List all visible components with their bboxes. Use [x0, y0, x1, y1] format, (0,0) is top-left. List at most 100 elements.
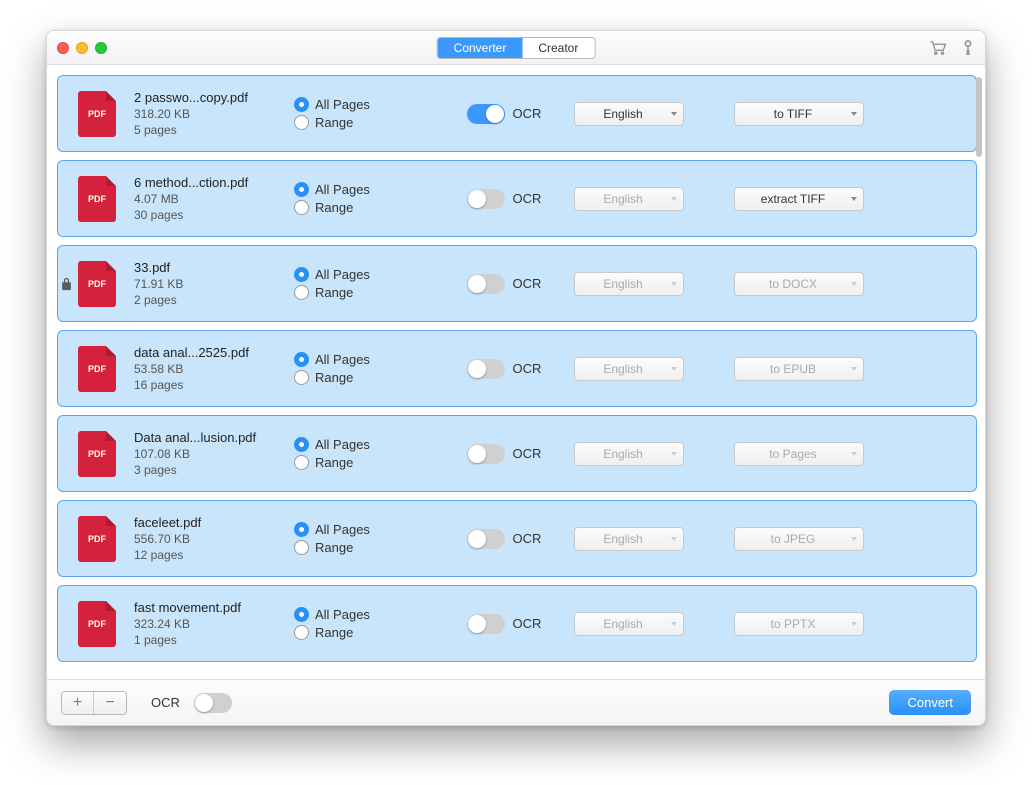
titlebar: Converter Creator [47, 31, 985, 65]
all-pages-radio[interactable]: All Pages [294, 182, 424, 197]
tab-converter[interactable]: Converter [438, 38, 523, 58]
cart-icon[interactable] [929, 40, 947, 56]
pdf-icon: PDF [78, 91, 116, 137]
convert-button[interactable]: Convert [889, 690, 971, 715]
file-name: fast movement.pdf [134, 600, 284, 615]
chevron-down-icon [851, 537, 857, 541]
file-row[interactable]: PDF33.pdf71.91 KB2 pagesAll PagesRangeOC… [57, 245, 977, 322]
file-size: 4.07 MB [134, 192, 284, 206]
file-row[interactable]: PDFData anal...lusion.pdf107.08 KB3 page… [57, 415, 977, 492]
pdf-icon: PDF [78, 346, 116, 392]
file-info: 2 passwo...copy.pdf318.20 KB5 pages [134, 90, 284, 137]
chevron-down-icon [671, 112, 677, 116]
format-select[interactable]: to TIFF [734, 102, 864, 126]
range-radio[interactable]: Range [294, 625, 424, 640]
ocr-group: OCR [454, 274, 554, 294]
file-pages: 12 pages [134, 548, 284, 562]
language-select: English [574, 527, 684, 551]
format-select[interactable]: to EPUB [734, 357, 864, 381]
range-radio[interactable]: Range [294, 285, 424, 300]
ocr-label: OCR [513, 191, 542, 206]
file-pages: 2 pages [134, 293, 284, 307]
page-range-group: All Pages Range [294, 604, 424, 643]
scrollbar[interactable] [976, 77, 982, 157]
all-pages-radio[interactable]: All Pages [294, 97, 424, 112]
ocr-toggle[interactable] [467, 529, 505, 549]
ocr-label: OCR [513, 616, 542, 631]
file-name: 33.pdf [134, 260, 284, 275]
all-pages-radio[interactable]: All Pages [294, 267, 424, 282]
file-size: 323.24 KB [134, 617, 284, 631]
all-pages-radio[interactable]: All Pages [294, 607, 424, 622]
all-pages-radio[interactable]: All Pages [294, 522, 424, 537]
file-pages: 3 pages [134, 463, 284, 477]
chevron-down-icon [671, 282, 677, 286]
ocr-label: OCR [513, 446, 542, 461]
file-name: 2 passwo...copy.pdf [134, 90, 284, 105]
footer-ocr-toggle[interactable] [194, 693, 232, 713]
file-row[interactable]: PDFfast movement.pdf323.24 KB1 pagesAll … [57, 585, 977, 662]
chevron-down-icon [851, 452, 857, 456]
file-row[interactable]: PDF data anal...2525.pdf53.58 KB16 pages A… [57, 330, 977, 407]
pdf-icon: PDF [78, 601, 116, 647]
file-info: 6 method...ction.pdf4.07 MB30 pages [134, 175, 284, 222]
ocr-group: OCR [454, 614, 554, 634]
ocr-label: OCR [513, 531, 542, 546]
language-select[interactable]: English [574, 102, 684, 126]
file-row[interactable]: PDF6 method...ction.pdf4.07 MB30 pagesAl… [57, 160, 977, 237]
page-range-group: All Pages Range [294, 264, 424, 303]
mode-segmented-control: Converter Creator [437, 37, 596, 59]
file-row[interactable]: PDF 2 passwo...copy.pdf318.20 KB5 pages Al… [57, 75, 977, 152]
format-select[interactable]: to PPTX [734, 612, 864, 636]
ocr-toggle[interactable] [467, 104, 505, 124]
ocr-group: OCR [454, 359, 554, 379]
zoom-window-button[interactable] [95, 42, 107, 54]
file-pages: 5 pages [134, 123, 284, 137]
all-pages-radio[interactable]: All Pages [294, 352, 424, 367]
format-select[interactable]: to JPEG [734, 527, 864, 551]
chevron-down-icon [671, 622, 677, 626]
file-info: Data anal...lusion.pdf107.08 KB3 pages [134, 430, 284, 477]
range-radio[interactable]: Range [294, 370, 424, 385]
file-info: 33.pdf 71.91 KB 2 pages [134, 260, 284, 307]
chevron-down-icon [671, 537, 677, 541]
file-pages: 16 pages [134, 378, 284, 392]
language-select: English [574, 357, 684, 381]
ocr-toggle[interactable] [467, 189, 505, 209]
chevron-down-icon [851, 197, 857, 201]
add-file-button[interactable]: + [62, 692, 94, 714]
minimize-window-button[interactable] [76, 42, 88, 54]
ocr-toggle[interactable] [467, 274, 505, 294]
ocr-toggle[interactable] [467, 614, 505, 634]
ocr-toggle[interactable] [467, 359, 505, 379]
ocr-label: OCR [513, 361, 542, 376]
page-range-group: All Pages Range [294, 179, 424, 218]
file-name: 6 method...ction.pdf [134, 175, 284, 190]
format-select[interactable]: to Pages [734, 442, 864, 466]
page-range-group: All Pages Range [294, 94, 424, 133]
range-radio[interactable]: Range [294, 540, 424, 555]
ocr-toggle[interactable] [467, 444, 505, 464]
remove-file-button[interactable]: − [94, 692, 126, 714]
language-select: English [574, 612, 684, 636]
close-window-button[interactable] [57, 42, 69, 54]
range-radio[interactable]: Range [294, 455, 424, 470]
page-range-group: All Pages Range [294, 434, 424, 473]
key-icon[interactable] [961, 40, 975, 56]
file-name: Data anal...lusion.pdf [134, 430, 284, 445]
ocr-label: OCR [513, 106, 542, 121]
ocr-group: OCR [454, 529, 554, 549]
format-select[interactable]: to DOCX [734, 272, 864, 296]
chevron-down-icon [671, 197, 677, 201]
range-radio[interactable]: Range [294, 200, 424, 215]
tab-creator[interactable]: Creator [522, 38, 594, 58]
file-info: faceleet.pdf556.70 KB12 pages [134, 515, 284, 562]
file-size: 71.91 KB [134, 277, 284, 291]
file-row[interactable]: PDF faceleet.pdf556.70 KB12 pages All Page… [57, 500, 977, 577]
traffic-lights [57, 42, 107, 54]
all-pages-radio[interactable]: All Pages [294, 437, 424, 452]
format-select[interactable]: extract TIFF [734, 187, 864, 211]
file-info: data anal...2525.pdf53.58 KB16 pages [134, 345, 284, 392]
pdf-icon: PDF [78, 516, 116, 562]
range-radio[interactable]: Range [294, 115, 424, 130]
